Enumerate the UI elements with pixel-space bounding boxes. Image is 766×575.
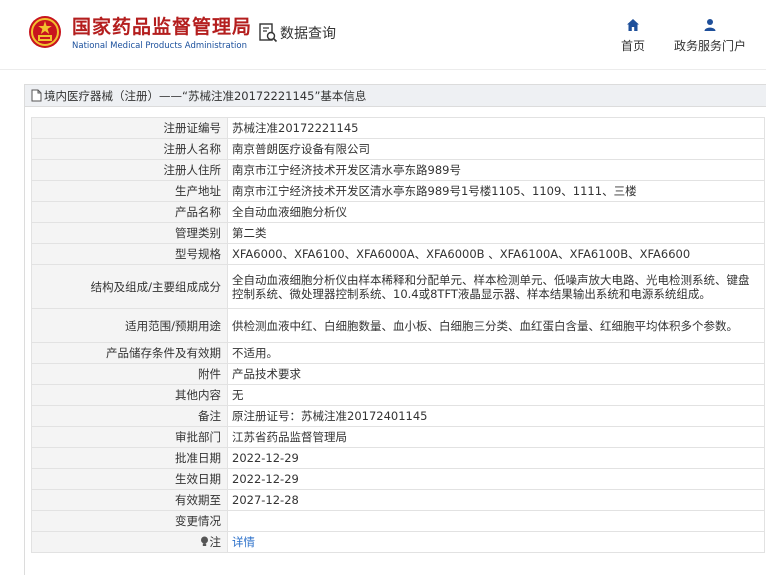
row-key: 审批部门 <box>31 426 228 448</box>
table-row: 生效日期 2022-12-29 <box>31 468 765 490</box>
row-key: 附件 <box>31 363 228 385</box>
table-row: 备注 原注册证号：苏械注准20172401145 <box>31 405 765 427</box>
table-row: 管理类别 第二类 <box>31 222 765 244</box>
detail-card: 境内医疗器械（注册）——“苏械注准20172221145”基本信息 注册证编号苏… <box>24 84 766 575</box>
nav-gov-services-label: 政务服务门户 <box>673 39 746 53</box>
row-key: 批准日期 <box>31 447 228 469</box>
national-emblem-icon[interactable] <box>28 15 62 49</box>
row-value <box>227 510 765 532</box>
row-value: 2027-12-28 <box>227 489 765 511</box>
table-row: 产品名称 全自动血液细胞分析仪 <box>31 201 765 223</box>
row-key: 注册人名称 <box>31 138 228 160</box>
row-value: 产品技术要求 <box>227 363 765 385</box>
row-key: 产品名称 <box>31 201 228 223</box>
row-value: 第二类 <box>227 222 765 244</box>
table-row: 批准日期 2022-12-29 <box>31 447 765 469</box>
table-row: 审批部门 江苏省药品监督管理局 <box>31 426 765 448</box>
row-value: 供检测血液中红、白细胞数量、血小板、白细胞三分类、血红蛋白含量、红细胞平均体积多… <box>227 308 765 343</box>
document-icon <box>31 89 42 102</box>
row-key: 产品储存条件及有效期 <box>31 342 228 364</box>
row-key: 生产地址 <box>31 180 228 202</box>
brand[interactable]: 国家药品监督管理局 National Medical Products Admi… <box>72 16 252 52</box>
data-query-label: 数据查询 <box>280 26 336 42</box>
row-value: 2022-12-29 <box>227 447 765 469</box>
breadcrumb: 境内医疗器械（注册）——“苏械注准20172221145”基本信息 <box>25 85 766 107</box>
row-key: 备注 <box>31 405 228 427</box>
table-row: 适用范围/预期用途 供检测血液中红、白细胞数量、血小板、白细胞三分类、血红蛋白含量… <box>31 308 765 343</box>
note-row: 注 详情 <box>31 531 765 553</box>
table-row: 产品储存条件及有效期 不适用。 <box>31 342 765 364</box>
detail-link[interactable]: 详情 <box>232 535 255 549</box>
brand-title-cn: 国家药品监督管理局 <box>72 16 253 38</box>
nav-gov-services[interactable]: 政务服务门户 <box>668 18 752 54</box>
table-row: 注册人住所 南京市江宁经济技术开发区清水亭东路989号 <box>31 159 765 181</box>
row-key: 管理类别 <box>31 222 228 244</box>
row-value: 2022-12-29 <box>227 468 765 490</box>
nav-home[interactable]: 首页 <box>614 18 652 54</box>
note-key-cell: 注 <box>31 531 228 553</box>
row-value: 江苏省药品监督管理局 <box>227 426 765 448</box>
row-key: 注册人住所 <box>31 159 228 181</box>
row-key: 生效日期 <box>31 468 228 490</box>
table-row: 注册证编号 苏械注准20172221145 <box>31 117 765 139</box>
lightbulb-icon <box>200 536 208 546</box>
user-icon <box>704 19 716 31</box>
site-header: 国家药品监督管理局 National Medical Products Admi… <box>0 0 766 70</box>
info-table: 注册证编号 苏械注准20172221145 注册人名称 南京普朗医疗设备有限公司 注… <box>31 117 765 553</box>
row-key: 结构及组成/主要组成成分 <box>31 264 228 309</box>
row-value: 不适用。 <box>227 342 765 364</box>
row-key: 注册证编号 <box>31 117 228 139</box>
note-key: 注 <box>209 535 222 549</box>
row-key: 型号规格 <box>31 243 228 265</box>
table-row: 生产地址 南京市江宁经济技术开发区清水亭东路989号1号楼1105、1109、11… <box>31 180 765 202</box>
table-row: 注册人名称 南京普朗医疗设备有限公司 <box>31 138 765 160</box>
row-value: 苏械注准20172221145 <box>227 117 765 139</box>
row-value: 全自动血液细胞分析仪由样本稀释和分配单元、样本检测单元、低噪声放大电路、光电检测… <box>227 264 765 309</box>
search-document-icon <box>259 23 278 43</box>
note-value-cell: 详情 <box>227 531 765 553</box>
row-key: 有效期至 <box>31 489 228 511</box>
row-value: 全自动血液细胞分析仪 <box>227 201 765 223</box>
table-row: 有效期至 2027-12-28 <box>31 489 765 511</box>
home-icon <box>627 19 639 31</box>
row-value: 南京市江宁经济技术开发区清水亭东路989号1号楼1105、1109、1111、三… <box>227 180 765 202</box>
row-value: XFA6000、XFA6100、XFA6000A、XFA6000B 、XFA61… <box>227 243 765 265</box>
table-row: 结构及组成/主要组成成分 全自动血液细胞分析仪由样本稀释和分配单元、样本检测单元、… <box>31 264 765 309</box>
table-row: 其他内容无 <box>31 384 765 406</box>
breadcrumb-text: 境内医疗器械（注册）——“苏械注准20172221145”基本信息 <box>44 88 367 103</box>
nav-home-label: 首页 <box>620 39 645 53</box>
row-value: 南京市江宁经济技术开发区清水亭东路989号 <box>227 159 765 181</box>
row-value: 南京普朗医疗设备有限公司 <box>227 138 765 160</box>
table-row: 型号规格 XFA6000、XFA6100、XFA6000A、XFA6000B 、X… <box>31 243 765 265</box>
table-row: 变更情况 <box>31 510 765 532</box>
data-query-link[interactable]: 数据查询 <box>258 22 336 44</box>
brand-title-en: National Medical Products Administration <box>72 41 247 51</box>
table-row: 附件 产品技术要求 <box>31 363 765 385</box>
row-key: 变更情况 <box>31 510 228 532</box>
row-value: 无 <box>227 384 765 406</box>
row-value: 原注册证号：苏械注准20172401145 <box>227 405 765 427</box>
row-key: 适用范围/预期用途 <box>31 308 228 343</box>
row-key: 其他内容 <box>31 384 228 406</box>
